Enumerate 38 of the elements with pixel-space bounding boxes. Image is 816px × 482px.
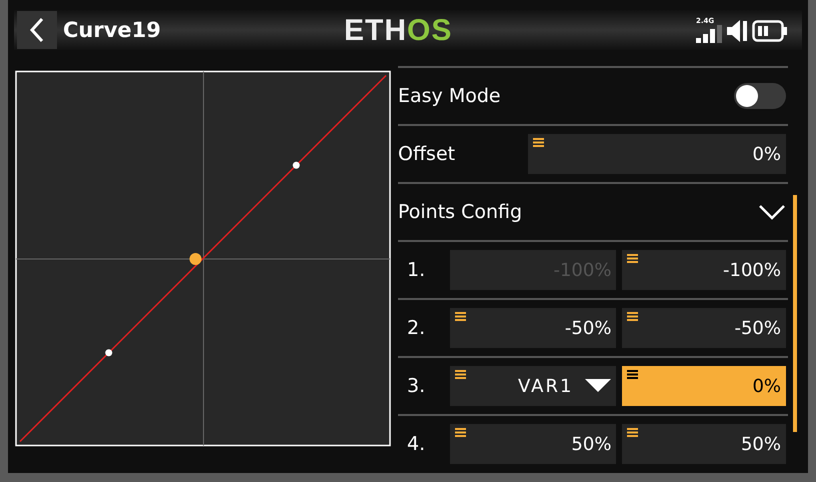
dropdown-arrow-icon bbox=[585, 379, 612, 393]
back-button[interactable] bbox=[17, 11, 57, 49]
menu-icon bbox=[454, 312, 466, 321]
offset-field[interactable]: 0% bbox=[528, 134, 786, 174]
battery-icon bbox=[752, 19, 788, 43]
speaker-icon bbox=[726, 19, 748, 43]
point-y-field[interactable]: 50% bbox=[622, 424, 786, 464]
logo-text: OS bbox=[407, 14, 452, 47]
curve-point[interactable] bbox=[292, 162, 300, 169]
source-dropdown[interactable]: VAR1 bbox=[450, 366, 616, 406]
point-x-field[interactable]: 50% bbox=[450, 424, 616, 464]
point-y-field[interactable]: -50% bbox=[622, 308, 786, 348]
point-number: 3. bbox=[406, 375, 426, 397]
selected-curve-point[interactable] bbox=[190, 253, 202, 265]
point-y-field[interactable]: 0% bbox=[622, 366, 786, 406]
setting-label: Offset bbox=[398, 143, 456, 165]
point-number: 1. bbox=[406, 259, 426, 281]
menu-icon bbox=[627, 254, 638, 263]
point-x-field[interactable]: -50% bbox=[450, 308, 616, 348]
setting-label: Points Config bbox=[398, 201, 522, 223]
easy-mode-toggle[interactable] bbox=[734, 83, 786, 109]
menu-icon bbox=[627, 428, 638, 437]
menu-icon bbox=[627, 312, 638, 321]
point-y-field[interactable]: -100% bbox=[622, 250, 786, 290]
menu-icon bbox=[454, 428, 466, 437]
setting-label: Easy Mode bbox=[398, 85, 501, 107]
scrollbar[interactable] bbox=[793, 195, 797, 432]
menu-icon bbox=[533, 138, 544, 147]
menu-icon bbox=[454, 370, 466, 379]
chevron-icon[interactable] bbox=[758, 204, 786, 220]
point-number: 2. bbox=[406, 317, 426, 339]
back-icon bbox=[29, 17, 45, 43]
logo-text: ETH bbox=[344, 14, 407, 47]
curve-point[interactable] bbox=[105, 349, 112, 356]
menu-icon bbox=[627, 370, 638, 379]
point-number: 4. bbox=[406, 433, 426, 455]
signal-icon bbox=[696, 25, 722, 43]
screen-title: Curve19 bbox=[63, 18, 161, 42]
